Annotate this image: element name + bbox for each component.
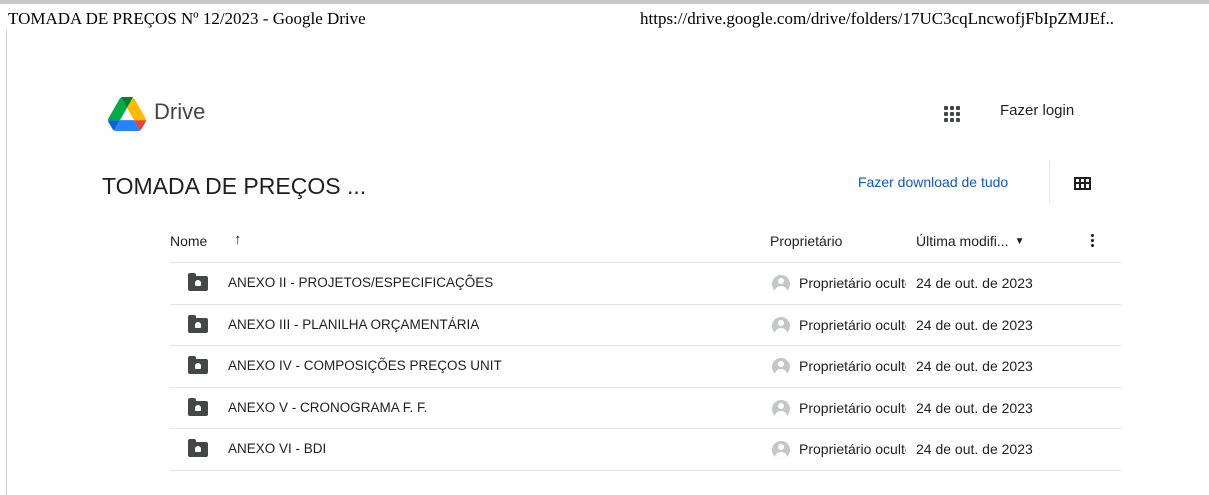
avatar-icon bbox=[772, 399, 790, 418]
download-all-button[interactable]: Fazer download de tudo bbox=[858, 174, 1008, 190]
owner-name: Proprietário oculto bbox=[799, 358, 906, 375]
arrow-up-icon[interactable]: ↑ bbox=[234, 231, 242, 248]
column-header-modified[interactable]: Última modifi... ▼ bbox=[916, 233, 1024, 249]
grid-view-icon[interactable] bbox=[1074, 177, 1091, 190]
column-header-owner[interactable]: Proprietário bbox=[770, 233, 842, 249]
avatar-icon bbox=[772, 441, 790, 460]
shared-folder-icon bbox=[188, 314, 208, 333]
drive-app-name[interactable]: Drive bbox=[154, 99, 205, 125]
table-row[interactable]: ANEXO III - PLANILHA ORÇAMENTÁRIA Propri… bbox=[170, 305, 1121, 347]
file-list: ANEXO II - PROJETOS/ESPECIFICAÇÕES Propr… bbox=[170, 263, 1121, 471]
shared-folder-icon bbox=[188, 397, 208, 416]
table-row[interactable]: ANEXO VI - BDI Proprietário oculto 24 de… bbox=[170, 429, 1121, 471]
modified-date: 24 de out. de 2023 bbox=[916, 399, 1033, 416]
table-row[interactable]: ANEXO II - PROJETOS/ESPECIFICAÇÕES Propr… bbox=[170, 263, 1121, 305]
column-header-modified-label: Última modifi... bbox=[916, 233, 1009, 249]
owner-name: Proprietário oculto bbox=[799, 399, 906, 416]
file-name: ANEXO V - CRONOGRAMA F. F. bbox=[228, 399, 428, 415]
caret-down-icon: ▼ bbox=[1014, 236, 1025, 247]
apps-grid-icon[interactable] bbox=[938, 100, 966, 128]
login-button[interactable]: Fazer login bbox=[1000, 102, 1074, 119]
toolbar-divider bbox=[1049, 161, 1050, 203]
print-page-url: https://drive.google.com/drive/folders/1… bbox=[640, 9, 1115, 28]
modified-date: 24 de out. de 2023 bbox=[916, 441, 1033, 458]
avatar-icon bbox=[772, 275, 790, 293]
table-row[interactable]: ANEXO IV - COMPOSIÇÕES PREÇOS UNIT Propr… bbox=[170, 346, 1121, 388]
more-options-icon[interactable] bbox=[1086, 234, 1098, 250]
modified-date: 24 de out. de 2023 bbox=[916, 316, 1033, 333]
file-name: ANEXO II - PROJETOS/ESPECIFICAÇÕES bbox=[228, 275, 494, 290]
modified-date: 24 de out. de 2023 bbox=[916, 358, 1033, 375]
drive-logo-icon[interactable] bbox=[107, 97, 147, 131]
owner-name: Proprietário oculto bbox=[799, 441, 906, 458]
file-name: ANEXO IV - COMPOSIÇÕES PREÇOS UNIT bbox=[228, 358, 502, 374]
owner-name: Proprietário oculto bbox=[799, 275, 906, 291]
column-header-name[interactable]: Nome bbox=[170, 233, 207, 249]
shared-folder-icon bbox=[188, 273, 208, 291]
shared-folder-icon bbox=[188, 356, 208, 375]
avatar-icon bbox=[772, 358, 790, 377]
print-page-title: TOMADA DE PREÇOS Nº 12/2023 - Google Dri… bbox=[8, 9, 366, 28]
print-left-border bbox=[6, 30, 7, 495]
print-top-border bbox=[0, 0, 1209, 4]
owner-name: Proprietário oculto bbox=[799, 316, 906, 333]
avatar-icon bbox=[772, 316, 790, 335]
folder-title: TOMADA DE PREÇOS ... bbox=[102, 173, 367, 199]
shared-folder-icon bbox=[188, 439, 208, 458]
modified-date: 24 de out. de 2023 bbox=[916, 275, 1033, 291]
file-name: ANEXO III - PLANILHA ORÇAMENTÁRIA bbox=[228, 316, 480, 332]
file-name: ANEXO VI - BDI bbox=[228, 441, 327, 457]
table-row[interactable]: ANEXO V - CRONOGRAMA F. F. Proprietário … bbox=[170, 388, 1121, 430]
